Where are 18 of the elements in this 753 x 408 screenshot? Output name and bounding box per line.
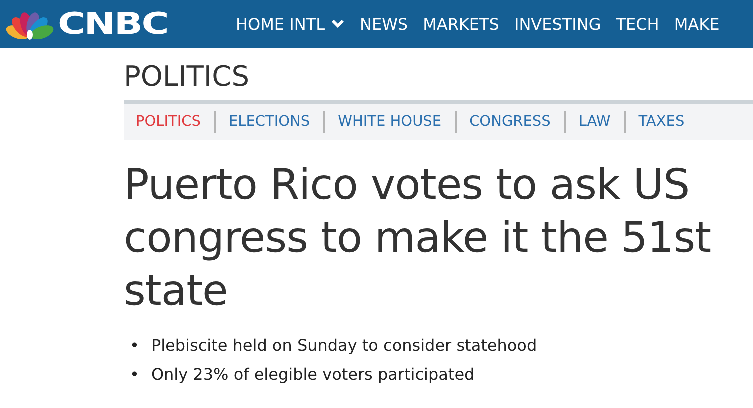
nav-link[interactable]: INVESTING <box>514 14 602 34</box>
subnav-link[interactable]: POLITICS <box>136 114 201 130</box>
nav-link[interactable]: MAKE <box>674 14 720 34</box>
bullet-marker: • <box>130 336 140 356</box>
subnav-link[interactable]: CONGRESS <box>470 114 551 130</box>
bullet-point: Plebiscite held on Sunday to consider statehood <box>151 336 538 356</box>
section-title: POLITICS <box>124 60 250 94</box>
bullet-marker: • <box>130 364 140 384</box>
article-headline: Puerto Rico votes to ask US congress to make it the 51st state <box>124 159 712 317</box>
subnav-link[interactable]: LAW <box>578 114 611 130</box>
subnav-link[interactable]: ELECTIONS <box>228 114 310 130</box>
nav-link[interactable]: TECH <box>616 14 660 34</box>
nav-link[interactable]: MARKETS <box>423 14 500 34</box>
subnav-link[interactable]: TAXES <box>638 114 685 130</box>
nav-link[interactable]: HOME INTL <box>236 14 345 34</box>
nav-link[interactable]: NEWS <box>360 14 408 34</box>
bullet-point: Only 23% of elegible voters participated <box>151 364 475 384</box>
subnav-link[interactable]: WHITE HOUSE <box>338 114 442 130</box>
